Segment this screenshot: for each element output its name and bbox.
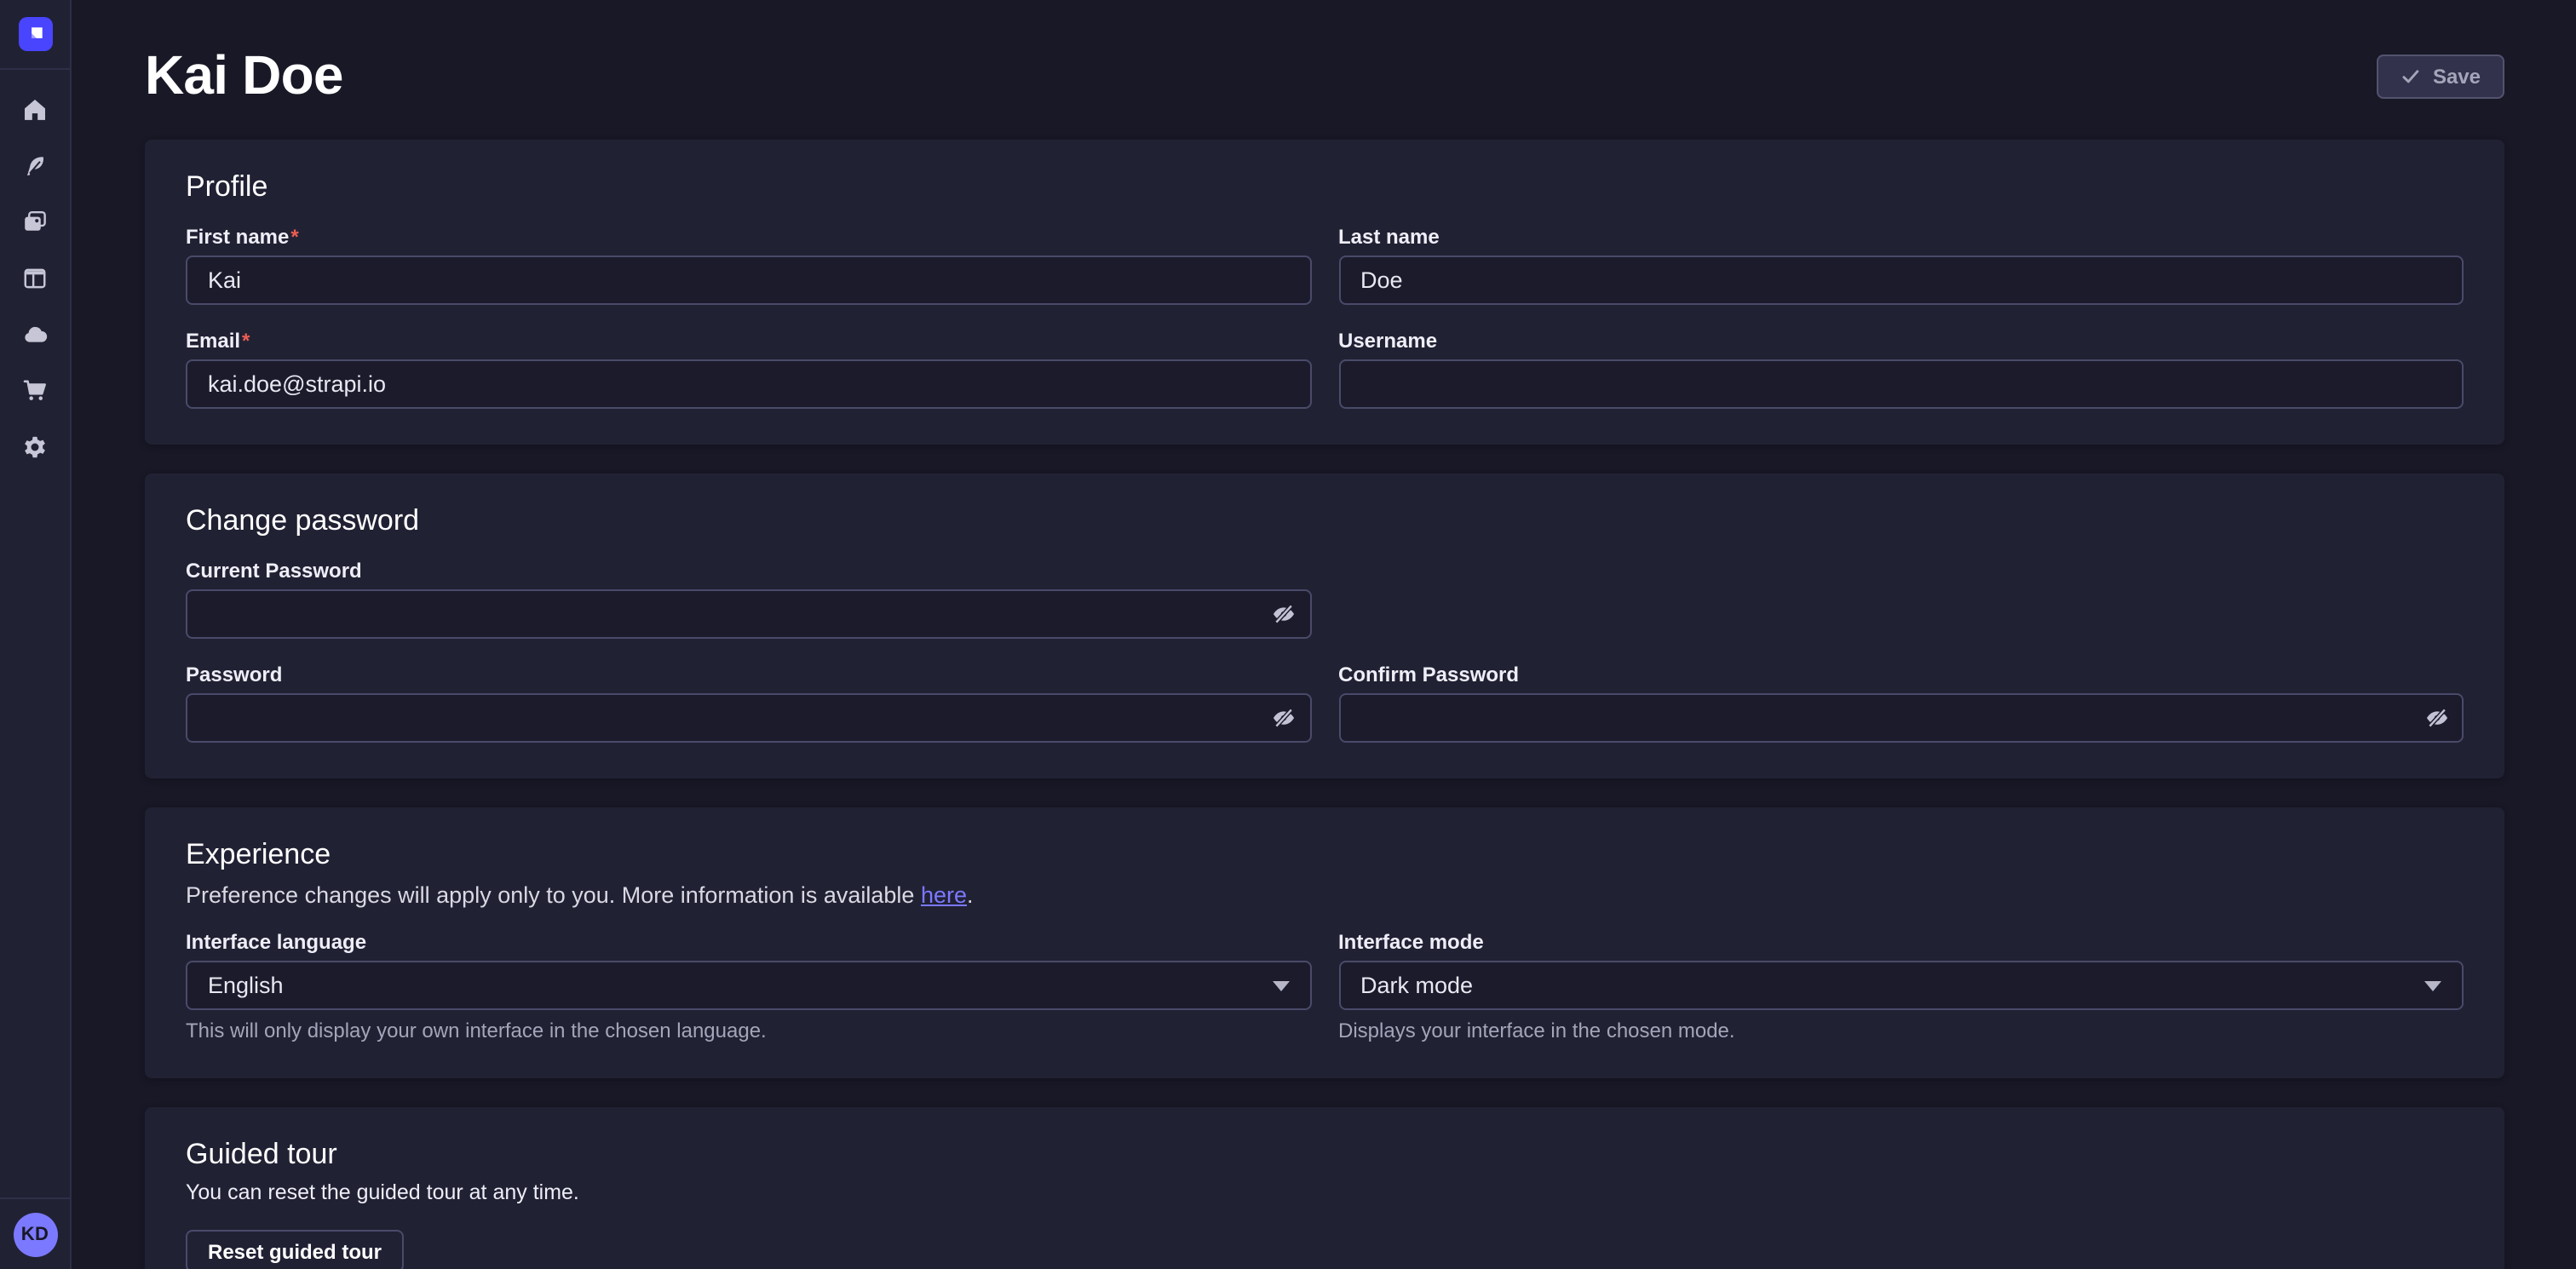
profile-card: Profile First name* Last name Email* [145, 140, 2504, 445]
new-password-input-wrap [186, 693, 1311, 743]
strapi-logo-glyph [23, 22, 47, 46]
confirm-password-label: Confirm Password [1338, 663, 2464, 686]
guided-tour-heading: Guided tour [186, 1136, 2464, 1172]
sidebar-item-home[interactable] [21, 95, 49, 123]
interface-language-field: Interface language English This will onl… [186, 930, 1311, 1042]
experience-description-text: Preference changes will apply only to yo… [186, 882, 921, 908]
sidebar-item-deploy[interactable] [21, 320, 49, 347]
eye-slash-icon [2424, 705, 2449, 731]
username-input[interactable] [1338, 359, 2464, 409]
sidebar-item-content-manager[interactable] [21, 264, 49, 291]
media-library-icon [22, 209, 48, 234]
marketplace-cart-icon [22, 377, 48, 403]
change-password-card: Change password Current Password [145, 474, 2504, 778]
confirm-password-input[interactable] [1338, 693, 2464, 743]
cloud-icon [22, 321, 48, 347]
confirm-password-field: Confirm Password [1338, 663, 2464, 743]
interface-mode-value: Dark mode [1360, 973, 1473, 998]
first-name-input[interactable] [186, 256, 1311, 305]
interface-language-select[interactable]: English [186, 961, 1311, 1010]
current-password-input-wrap [186, 589, 1311, 639]
interface-mode-hint: Displays your interface in the chosen mo… [1338, 1019, 2464, 1042]
new-password-label: Password [186, 663, 1311, 686]
experience-fields: Interface language English This will onl… [186, 930, 2464, 1042]
guided-tour-card: Guided tour You can reset the guided tou… [145, 1107, 2504, 1269]
logo-section [0, 0, 70, 70]
interface-language-hint: This will only display your own interfac… [186, 1019, 1311, 1042]
settings-gear-icon [22, 434, 48, 459]
username-label: Username [1338, 329, 2464, 353]
first-name-field: First name* [186, 225, 1311, 305]
strapi-logo-icon[interactable] [18, 17, 52, 51]
home-icon [22, 96, 48, 122]
interface-mode-label: Interface mode [1338, 930, 2464, 954]
feather-icon [22, 152, 48, 178]
last-name-label: Last name [1338, 225, 2464, 249]
current-password-label: Current Password [186, 559, 1311, 583]
email-field: Email* [186, 329, 1311, 409]
avatar[interactable]: KD [13, 1212, 57, 1256]
strapi-admin-app: KD Kai Doe Save Profile First name* [0, 0, 2576, 1269]
required-asterisk: * [290, 225, 298, 249]
email-label-text: Email [186, 329, 240, 353]
username-field: Username [1338, 329, 2464, 409]
toggle-confirm-password-visibility-button[interactable] [2411, 695, 2462, 741]
toggle-new-password-visibility-button[interactable] [1258, 695, 1309, 741]
toggle-current-password-visibility-button[interactable] [1258, 591, 1309, 637]
email-input[interactable] [186, 359, 1311, 409]
current-password-input[interactable] [186, 589, 1311, 639]
required-asterisk: * [242, 329, 250, 353]
current-password-field: Current Password [186, 559, 1311, 639]
last-name-input[interactable] [1338, 256, 2464, 305]
sidebar-item-marketplace[interactable] [21, 376, 49, 404]
interface-language-value: English [208, 973, 284, 998]
interface-mode-select[interactable]: Dark mode [1338, 961, 2464, 1010]
more-information-link[interactable]: here [921, 882, 967, 908]
experience-heading: Experience [186, 836, 2464, 872]
main-content: Kai Doe Save Profile First name* [72, 0, 2576, 1269]
sidebar-nav [21, 95, 49, 460]
page-title: Kai Doe [145, 44, 343, 106]
new-password-input[interactable] [186, 693, 1311, 743]
chevron-down-icon [1272, 980, 1289, 991]
sidebar-footer: KD [0, 1197, 70, 1269]
profile-fields: First name* Last name Email* Username [186, 225, 2464, 409]
first-name-label-text: First name [186, 225, 289, 249]
interface-language-label: Interface language [186, 930, 1311, 954]
save-button-label: Save [2433, 65, 2481, 89]
sidebar-item-media-library[interactable] [21, 208, 49, 235]
email-label: Email* [186, 329, 1311, 353]
save-button[interactable]: Save [2377, 55, 2504, 99]
sidebar-item-settings[interactable] [21, 433, 49, 460]
change-password-heading: Change password [186, 502, 2464, 538]
interface-mode-field: Interface mode Dark mode Displays your i… [1338, 930, 2464, 1042]
sidebar-item-content-type-builder[interactable] [21, 152, 49, 179]
check-icon [2401, 66, 2421, 87]
change-password-fields: Current Password [186, 559, 2464, 743]
confirm-password-input-wrap [1338, 693, 2464, 743]
chevron-down-icon [2424, 980, 2441, 991]
new-password-field: Password [186, 663, 1311, 743]
sidebar: KD [0, 0, 72, 1269]
experience-description-period: . [967, 882, 974, 908]
experience-description: Preference changes will apply only to yo… [186, 881, 2464, 910]
eye-slash-icon [1271, 705, 1297, 731]
eye-slash-icon [1271, 601, 1297, 627]
reset-guided-tour-button[interactable]: Reset guided tour [186, 1230, 404, 1269]
experience-card: Experience Preference changes will apply… [145, 807, 2504, 1078]
page-header: Kai Doe Save [145, 0, 2504, 106]
profile-heading: Profile [186, 169, 2464, 204]
guided-tour-description: You can reset the guided tour at any tim… [186, 1179, 2464, 1208]
first-name-label: First name* [186, 225, 1311, 249]
content-manager-icon [22, 265, 48, 290]
page-scaler: KD Kai Doe Save Profile First name* [0, 0, 2576, 1269]
last-name-field: Last name [1338, 225, 2464, 305]
